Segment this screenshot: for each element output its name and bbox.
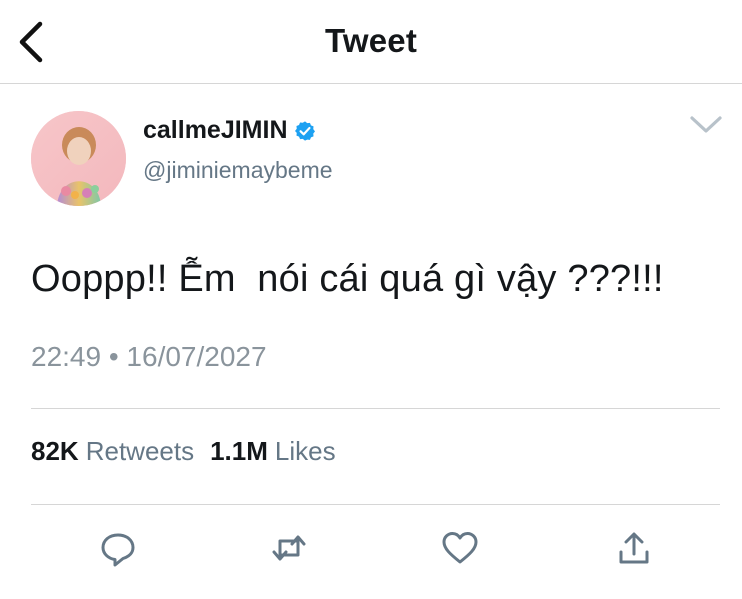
chevron-down-icon xyxy=(690,116,722,133)
reply-icon xyxy=(101,533,135,567)
retweets-count[interactable]: 82K xyxy=(31,436,79,467)
heart-icon xyxy=(442,532,478,564)
more-options-button[interactable] xyxy=(688,113,724,137)
likes-label[interactable]: Likes xyxy=(275,436,336,467)
share-button[interactable] xyxy=(614,528,654,568)
share-icon xyxy=(619,532,649,564)
reply-button[interactable] xyxy=(98,528,138,568)
tweet-timestamp: 22:49 • 16/07/2027 xyxy=(31,341,267,372)
retweet-button[interactable] xyxy=(269,528,309,568)
user-handle[interactable]: @jiminiemaybeme xyxy=(143,157,333,184)
avatar-image xyxy=(31,111,126,206)
display-name: callmeJIMIN xyxy=(143,116,288,144)
like-button[interactable] xyxy=(440,528,480,568)
divider xyxy=(31,504,720,505)
avatar[interactable] xyxy=(31,111,126,206)
page-title: Tweet xyxy=(324,22,418,59)
top-bar: Tweet xyxy=(0,0,742,84)
divider xyxy=(31,408,720,409)
author-name-row[interactable]: callmeJIMIN xyxy=(143,116,316,145)
tweet-stats: 82K Retweets 1.1M Likes xyxy=(31,436,336,467)
tweet-text: Ooppp!! Ễm nói cái quá gì vậy ???!!! xyxy=(31,258,664,300)
likes-count[interactable]: 1.1M xyxy=(210,436,268,467)
retweet-icon xyxy=(272,535,306,561)
verified-badge-icon xyxy=(294,120,316,142)
retweets-label[interactable]: Retweets xyxy=(86,436,194,467)
